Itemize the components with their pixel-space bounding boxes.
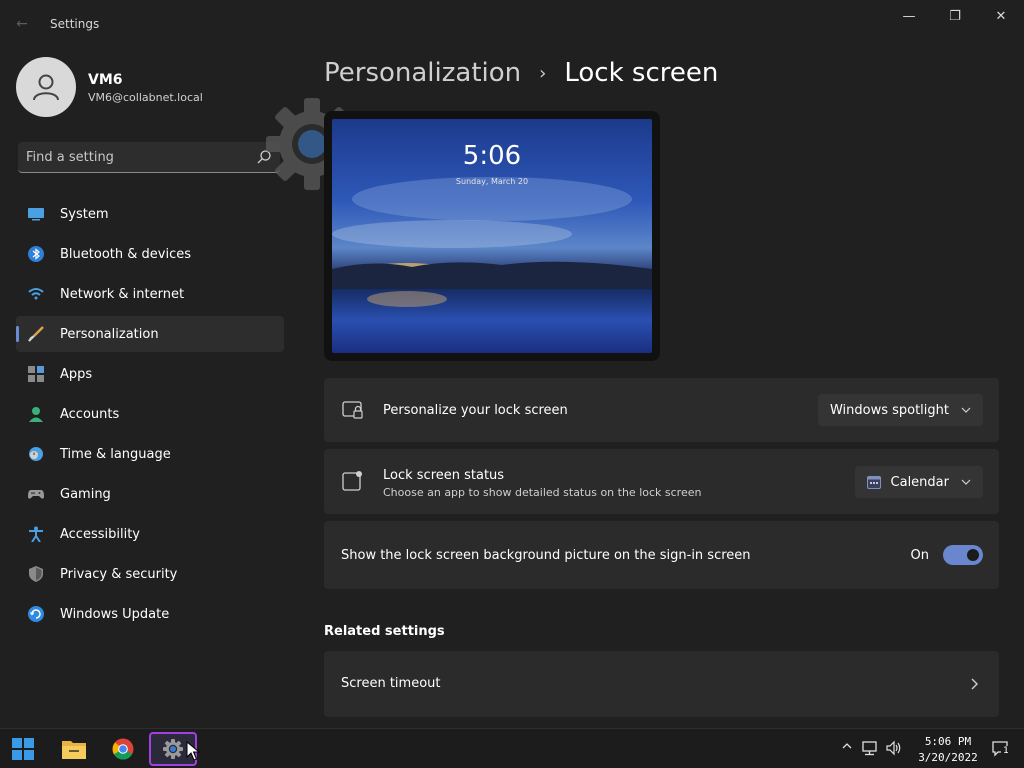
gamepad-icon [28, 490, 44, 499]
sidebar-item-bluetooth[interactable]: Bluetooth & devices [16, 236, 284, 272]
breadcrumb: Personalization › Lock screen [324, 58, 718, 88]
calendar-icon [866, 476, 881, 489]
personalize-lock-screen-card: Personalize your lock screen Windows spo… [324, 378, 999, 442]
sidebar-item-label: Gaming [60, 486, 111, 502]
sidebar-item-gaming[interactable]: Gaming [16, 476, 284, 512]
lock-screen-preview: 5:06 Sunday, March 20 [324, 111, 660, 361]
sidebar-item-label: Accessibility [60, 526, 140, 542]
toggle-state-label: On [910, 548, 929, 563]
sidebar-item-accounts[interactable]: Accounts [16, 396, 284, 432]
taskbar: 5:06 PM 3/20/2022 1 [0, 728, 1024, 768]
start-button[interactable] [6, 732, 40, 766]
file-explorer-icon [62, 741, 86, 759]
title-bar: ← Settings — ❐ ✕ [0, 0, 1024, 48]
related-settings-header: Related settings [324, 624, 445, 639]
sidebar-item-label: Time & language [60, 446, 171, 462]
preview-time: 5:06 [462, 141, 522, 171]
accounts-icon [29, 407, 43, 422]
volume-icon[interactable] [885, 739, 903, 757]
lock-screen-status-subtitle: Choose an app to show detailed status on… [383, 486, 702, 499]
sidebar-item-apps[interactable]: Apps [16, 356, 284, 392]
user-email: VM6@collabnet.local [88, 91, 203, 104]
taskbar-clock[interactable]: 5:06 PM 3/20/2022 [908, 734, 988, 766]
sidebar-item-personalization[interactable]: Personalization [16, 316, 284, 352]
lock-screen-icon [342, 401, 363, 419]
chrome-icon [112, 738, 134, 760]
show-hidden-icons-icon[interactable] [840, 739, 854, 753]
wifi-icon [28, 288, 44, 300]
brush-icon [28, 326, 44, 342]
mouse-cursor-icon [186, 741, 200, 761]
search-box[interactable] [18, 142, 280, 173]
user-name: VM6 [88, 72, 123, 88]
personalize-lock-screen-title: Personalize your lock screen [383, 403, 568, 418]
chevron-down-icon [961, 407, 971, 413]
maximize-button[interactable]: ❐ [940, 6, 970, 28]
sidebar-item-label: Bluetooth & devices [60, 246, 191, 262]
lock-screen-status-card: Lock screen status Choose an app to show… [324, 449, 999, 514]
screen-timeout-label: Screen timeout [341, 676, 441, 691]
status-icon [342, 471, 362, 491]
lock-screen-status-dropdown[interactable]: Calendar [854, 466, 983, 498]
app-title: Settings [50, 17, 100, 31]
sidebar-item-network[interactable]: Network & internet [16, 276, 284, 312]
preview-date: Sunday, March 20 [455, 177, 529, 186]
sidebar-item-system[interactable]: System [16, 196, 284, 232]
sidebar-item-accessibility[interactable]: Accessibility [16, 516, 284, 552]
windows-start-icon [12, 738, 34, 760]
breadcrumb-separator: › [539, 62, 547, 84]
sidebar-item-privacy-security[interactable]: Privacy & security [16, 556, 284, 592]
file-explorer-button[interactable] [57, 732, 91, 766]
chevron-right-icon [971, 678, 978, 690]
minimize-button[interactable]: — [894, 6, 924, 28]
sidebar-item-windows-update[interactable]: Windows Update [16, 596, 284, 632]
chrome-button[interactable] [106, 732, 140, 766]
sidebar-item-label: Accounts [60, 406, 120, 422]
toggle-knob [967, 549, 979, 561]
clock-globe-icon [29, 447, 43, 461]
signin-background-card: Show the lock screen background picture … [324, 521, 999, 589]
signin-background-title: Show the lock screen background picture … [341, 548, 751, 563]
shield-icon [29, 566, 43, 582]
close-button[interactable]: ✕ [986, 6, 1016, 28]
clock-time: 5:06 PM [924, 735, 972, 748]
back-button[interactable]: ← [12, 14, 32, 34]
user-icon [33, 74, 59, 101]
lock-screen-background-dropdown[interactable]: Windows spotlight [817, 394, 983, 426]
avatar[interactable] [16, 57, 76, 117]
sidebar-item-label: Personalization [60, 326, 159, 342]
sidebar-item-label: Windows Update [60, 606, 170, 622]
settings-gear-icon [163, 739, 183, 759]
sidebar-nav: System Bluetooth & devices Network & int… [16, 196, 284, 636]
sidebar-item-label: Apps [60, 366, 93, 382]
system-icon [28, 208, 44, 221]
bluetooth-icon [28, 246, 44, 262]
lock-screen-preview-image: 5:06 Sunday, March 20 [332, 119, 652, 353]
clock-date: 3/20/2022 [918, 751, 978, 764]
update-icon [28, 606, 44, 622]
dropdown-value: Windows spotlight [829, 402, 949, 418]
chevron-down-icon [961, 479, 971, 485]
apps-icon [28, 366, 44, 382]
notification-count: 1 [1001, 746, 1011, 757]
breadcrumb-parent[interactable]: Personalization [324, 58, 521, 88]
accessibility-icon [29, 526, 43, 542]
page-title: Lock screen [564, 58, 719, 88]
network-icon[interactable] [861, 739, 879, 757]
search-input[interactable] [26, 142, 256, 172]
sidebar-item-label: Privacy & security [60, 566, 178, 582]
dropdown-value: Calendar [890, 474, 949, 490]
sidebar-item-time-language[interactable]: Time & language [16, 436, 284, 472]
signin-background-toggle[interactable] [943, 545, 983, 565]
screen-timeout-link[interactable]: Screen timeout [324, 651, 999, 717]
sidebar-item-label: System [60, 206, 109, 222]
lock-screen-status-title: Lock screen status [383, 468, 505, 483]
notification-center-button[interactable]: 1 [992, 740, 1011, 758]
sidebar-item-label: Network & internet [60, 286, 185, 302]
